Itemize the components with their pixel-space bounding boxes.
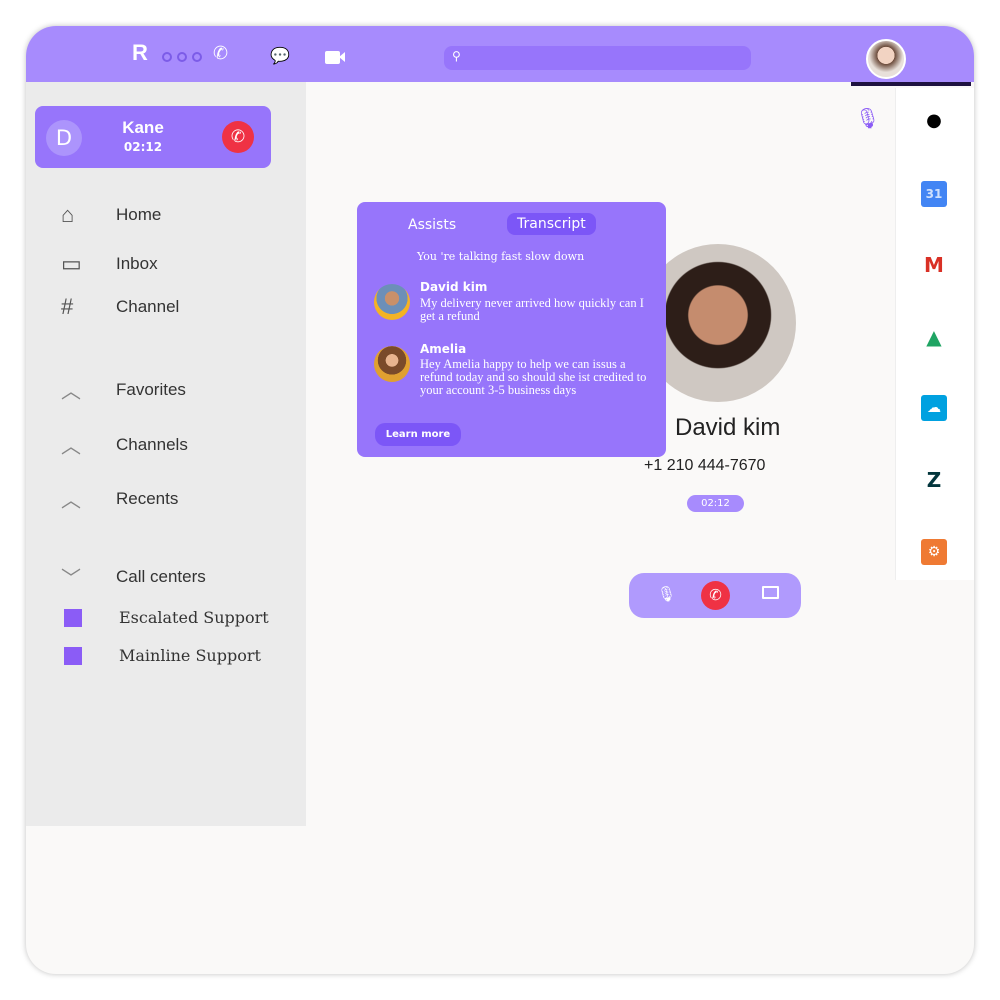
call-controls: 🎙 ✆: [629, 573, 801, 618]
nav-label: Channel: [116, 297, 180, 316]
phone-icon[interactable]: ✆: [213, 43, 228, 64]
chevron-up-icon: ︿: [61, 381, 81, 403]
salesforce-icon[interactable]: ☁: [921, 395, 947, 421]
square-icon: [64, 608, 82, 627]
call-center-label: Escalated Support: [119, 608, 269, 627]
nav-label: Home: [116, 205, 162, 224]
section-recents[interactable]: ︿ Recents: [61, 484, 178, 513]
app-window: R ✆ 💬 ⚲ D Kane 02:12 ✆ ⌂ Home ▭ Inbox # Cha…: [26, 26, 974, 974]
call-timer: 02:12: [123, 140, 163, 154]
search-input[interactable]: ⚲: [444, 46, 751, 70]
end-call-button[interactable]: ✆: [701, 581, 730, 610]
chevron-up-icon: ︿: [61, 490, 81, 512]
call-center-mainline[interactable]: Mainline Support: [64, 646, 261, 665]
contact-name: David kim: [675, 414, 781, 441]
section-channels[interactable]: ︿ Channels: [61, 430, 188, 459]
section-call-centers[interactable]: ﹀ Call centers: [61, 562, 206, 591]
caller-name: Kane: [122, 118, 164, 137]
logo-icon: R: [132, 40, 148, 65]
tab-transcript[interactable]: Transcript: [507, 213, 596, 235]
hash-icon: #: [61, 294, 74, 319]
message-author: Amelia: [420, 342, 467, 356]
square-icon: [64, 646, 82, 665]
hubspot-icon[interactable]: ⚙: [921, 539, 947, 565]
chat-icon[interactable]: 💬: [270, 46, 290, 65]
message-author: David kim: [420, 280, 488, 294]
section-label: Favorites: [116, 379, 186, 399]
contact-phone: +1 210 444-7670: [644, 457, 766, 474]
sidebar-item-inbox[interactable]: ▭ Inbox: [61, 251, 158, 277]
sidebar: D Kane 02:12 ✆ ⌂ Home ▭ Inbox # Channel ︿ Fa…: [26, 82, 306, 826]
section-label: Recents: [116, 488, 179, 508]
home-icon: ⌂: [61, 202, 75, 227]
message-text: My delivery never arrived how quickly ca…: [420, 296, 644, 323]
mic-icon[interactable]: 🎙: [855, 106, 880, 130]
mute-button[interactable]: 🎙: [657, 585, 676, 603]
google-drive-icon[interactable]: ▲: [921, 324, 947, 350]
gmail-icon[interactable]: M: [921, 252, 947, 278]
assist-panel: Assists Transcript You 're talking fast …: [357, 202, 666, 457]
zendesk-icon[interactable]: Z: [921, 467, 947, 493]
avatar: [374, 346, 410, 382]
chevron-down-icon: ﹀: [61, 568, 81, 590]
google-calendar-icon[interactable]: 31: [921, 181, 947, 207]
divider: [851, 82, 971, 86]
call-center-label: Mainline Support: [119, 646, 261, 665]
section-label: Channels: [116, 434, 188, 454]
call-center-escalated[interactable]: Escalated Support: [64, 608, 269, 627]
section-label: Call centers: [116, 566, 206, 586]
search-icon: ⚲: [452, 49, 461, 63]
tab-assists[interactable]: Assists: [408, 217, 456, 233]
call-duration: 02:12: [687, 495, 744, 512]
video-icon[interactable]: [325, 51, 345, 64]
message-text: Hey Amelia happy to help we can issus a …: [420, 357, 647, 397]
section-favorites[interactable]: ︿ Favorites: [61, 375, 186, 404]
inbox-icon: ▭: [61, 251, 82, 276]
pace-warning: You 're talking fast slow down: [417, 250, 585, 263]
sidebar-item-channel[interactable]: # Channel: [61, 294, 179, 320]
chevron-up-icon: ︿: [61, 436, 81, 458]
avatar: [374, 284, 410, 320]
user-avatar[interactable]: [866, 39, 906, 79]
learn-more-button[interactable]: Learn more: [375, 423, 461, 446]
screen-share-button[interactable]: [762, 586, 779, 599]
sidebar-item-home[interactable]: ⌂ Home: [61, 202, 161, 228]
contacts-icon[interactable]: ●: [921, 108, 947, 134]
integrations-bar: ● 31 M ▲ ☁ Z ⚙: [895, 88, 974, 580]
active-call-card[interactable]: D Kane 02:12 ✆: [35, 106, 271, 168]
top-bar: R ✆ 💬 ⚲: [26, 26, 974, 82]
nav-label: Inbox: [116, 254, 158, 273]
end-call-button[interactable]: ✆: [222, 121, 254, 153]
more-icon[interactable]: [162, 52, 202, 62]
